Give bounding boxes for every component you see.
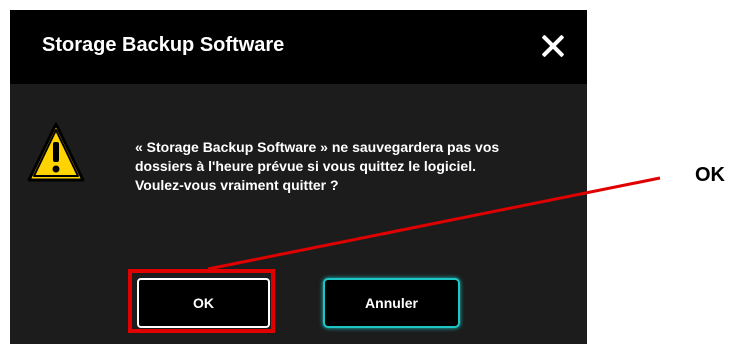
message-line: dossiers à l'heure prévue si vous quitte… — [135, 158, 476, 174]
ok-button[interactable]: OK — [137, 278, 270, 328]
cancel-button[interactable]: Annuler — [323, 278, 460, 328]
message-line: « Storage Backup Software » ne sauvegard… — [135, 139, 500, 155]
dialog-titlebar: Storage Backup Software — [10, 10, 587, 84]
dialog-message: « Storage Backup Software » ne sauvegard… — [135, 138, 575, 195]
warning-icon — [27, 122, 85, 182]
dialog-title: Storage Backup Software — [42, 34, 285, 56]
close-icon[interactable] — [541, 34, 565, 58]
quit-confirmation-dialog: Storage Backup Software « Storage Backup… — [10, 10, 587, 344]
annotation-label: OK — [695, 164, 725, 186]
message-line: Voulez-vous vraiment quitter ? — [135, 177, 339, 193]
